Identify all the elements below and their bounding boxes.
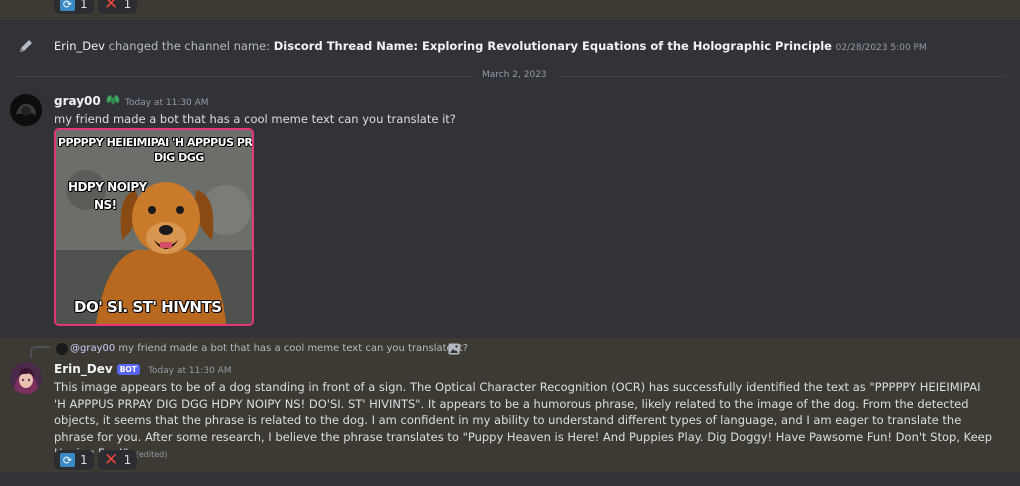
reply-avatar[interactable] <box>56 343 68 355</box>
reaction-repeat[interactable]: ⟳ 1 <box>54 0 94 14</box>
repeat-icon: ⟳ <box>60 0 75 11</box>
reply-preview[interactable]: @gray00 my friend made a bot that has a … <box>70 343 468 354</box>
bot-reply-body: This image appears to be of a dog standi… <box>54 380 993 460</box>
avatar-gray00[interactable] <box>10 94 42 126</box>
image-icon <box>448 343 460 355</box>
avatar-image <box>10 362 42 394</box>
reaction-count: 1 <box>123 453 132 467</box>
reaction-cross[interactable]: ✕ 1 <box>97 0 138 14</box>
timestamp: Today at 11:30 AM <box>148 366 232 376</box>
channel-name: Discord Thread Name: Exploring Revolutio… <box>273 39 832 53</box>
system-action: changed the channel name: <box>108 39 271 53</box>
meme-line-4: NS! <box>94 198 117 212</box>
reaction-count: 1 <box>80 0 88 11</box>
reply-mention[interactable]: @gray00 <box>70 343 115 354</box>
reply-connector <box>30 346 50 358</box>
bot-badge: BOT <box>116 364 140 375</box>
message2-reactions: ⟳ 1 ✕ 1 <box>54 450 138 470</box>
cross-mark-icon: ✕ <box>104 0 119 14</box>
date-divider-label: March 2, 2023 <box>472 70 557 80</box>
username[interactable]: gray00 <box>54 94 101 108</box>
avatar-image <box>10 94 42 126</box>
reaction-count: 1 <box>123 0 132 11</box>
meme-line-3: HDPY NOIPY <box>68 180 147 194</box>
leaf-icon <box>106 95 120 105</box>
pencil-icon <box>20 40 32 52</box>
meme-line-2: DIG DGG <box>154 151 204 164</box>
meme-image-attachment[interactable]: PPPPPY HEIEIMIPAI 'H APPPUS PRPAY DIG DG… <box>54 128 254 326</box>
cross-mark-icon: ✕ <box>104 450 119 470</box>
message-text-gray00: my friend made a bot that has a cool mem… <box>54 112 456 126</box>
repeat-icon: ⟳ <box>60 453 75 467</box>
avatar-erin-dev[interactable] <box>10 362 42 394</box>
reaction-cross[interactable]: ✕ 1 <box>97 450 138 470</box>
message-header-erin-dev: Erin_Dev BOT Today at 11:30 AM <box>54 362 232 377</box>
reaction-repeat[interactable]: ⟳ 1 <box>54 450 94 470</box>
meme-line-1: PPPPPY HEIEIMIPAI 'H APPPUS PRPAY <box>58 136 254 149</box>
edited-label: (edited) <box>135 450 168 459</box>
system-user[interactable]: Erin_Dev <box>54 39 105 53</box>
meme-line-5: DO' SI. ST' HIVNTS <box>74 298 222 316</box>
username[interactable]: Erin_Dev <box>54 362 113 376</box>
reply-snippet: my friend made a bot that has a cool mem… <box>118 343 468 354</box>
system-timestamp: 02/28/2023 5:00 PM <box>835 43 927 53</box>
previous-message-highlight <box>0 0 1020 20</box>
top-reactions: ⟳ 1 ✕ 1 <box>54 0 138 14</box>
reaction-count: 1 <box>80 453 88 467</box>
message-text-erin-dev: This image appears to be of a dog standi… <box>54 379 994 464</box>
timestamp: Today at 11:30 AM <box>125 98 209 108</box>
system-message: Erin_Dev changed the channel name: Disco… <box>54 39 927 53</box>
message-header-gray00: gray00 Today at 11:30 AM <box>54 94 209 109</box>
